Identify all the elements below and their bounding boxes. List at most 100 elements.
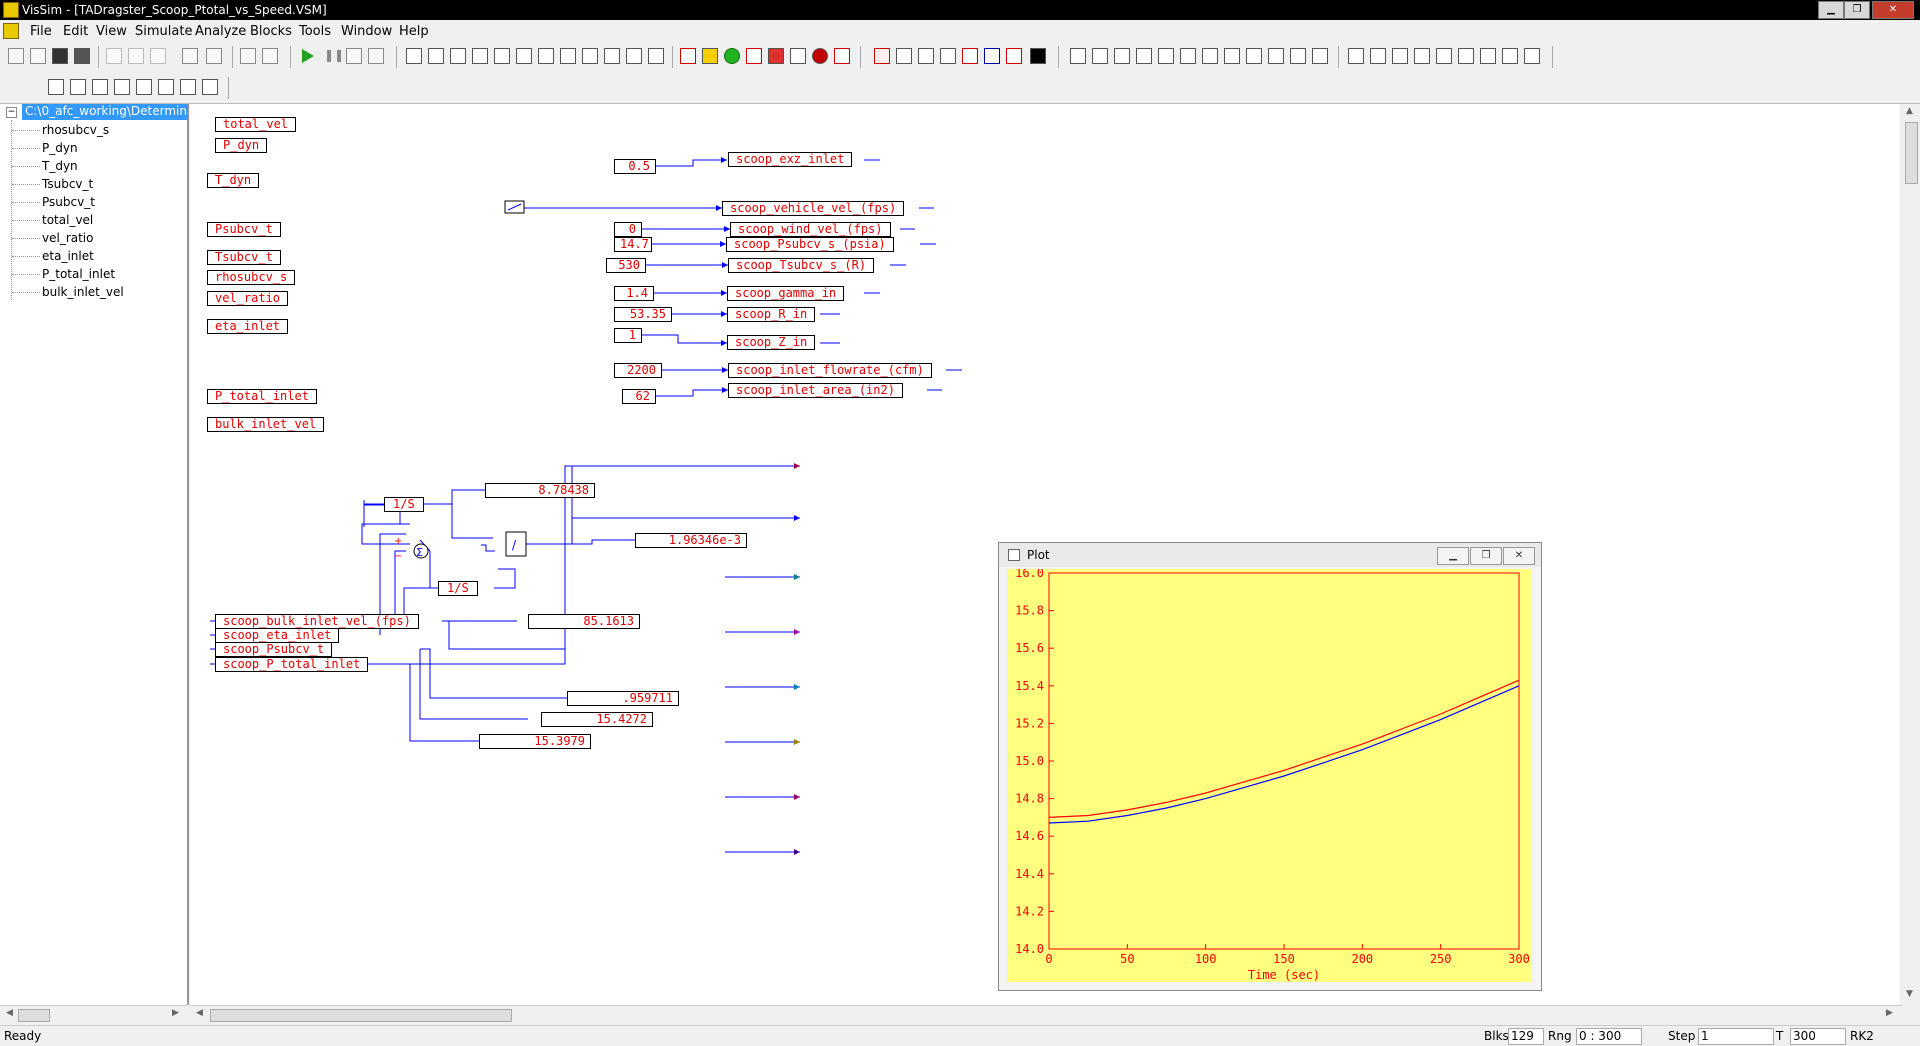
diagram-canvas[interactable]: Σ + − / total_vel P_dyn T_dyn Psubcv_t T… [190, 104, 1900, 1005]
nav-9-icon[interactable] [1524, 48, 1540, 64]
io-tool-6-icon[interactable] [1006, 48, 1022, 64]
constant-block[interactable]: 0 [614, 222, 642, 237]
matrix-1-icon[interactable] [48, 79, 64, 95]
logic-5-icon[interactable] [1158, 48, 1174, 64]
scroll-right-icon[interactable]: ▶ [172, 1008, 179, 1018]
var-vel-ratio[interactable]: vel_ratio [207, 291, 289, 306]
input-scoop-inlet-area[interactable]: scoop_inlet_area_(in2) [728, 383, 903, 398]
block-tool-11-icon[interactable] [626, 48, 642, 64]
tree-horizontal-scrollbar[interactable]: ◀ ▶ [0, 1005, 187, 1024]
tree-item[interactable]: Tsubcv_t [42, 177, 93, 191]
menu-simulate[interactable]: Simulate [135, 24, 192, 39]
input-scoop-exz-inlet[interactable]: scoop_exz_inlet [728, 152, 853, 167]
var-p-dyn[interactable]: P_dyn [215, 138, 268, 153]
input-scoop-psubcv-s[interactable]: scoop_Psubcv_s_(psia) [726, 237, 894, 252]
tree-item[interactable]: bulk_inlet_vel [42, 285, 124, 299]
menu-blocks[interactable]: Blocks [250, 24, 292, 39]
plot-minimize-icon[interactable]: ▁ [1437, 547, 1469, 565]
plot-tool-2-icon[interactable] [702, 48, 718, 64]
close-icon[interactable]: ✕ [1872, 1, 1914, 19]
io-tool-7-icon[interactable] [1030, 48, 1046, 64]
cut-icon[interactable] [106, 48, 122, 64]
copy-icon[interactable] [128, 48, 144, 64]
plot-close-icon[interactable]: ✕ [1503, 547, 1535, 565]
matrix-6-icon[interactable] [158, 79, 174, 95]
block-tool-2-icon[interactable] [428, 48, 444, 64]
maximize-icon[interactable]: ❐ [1844, 1, 1870, 19]
document-icon[interactable] [3, 23, 19, 39]
block-tool-8-icon[interactable] [560, 48, 576, 64]
tree-item[interactable]: Psubcv_t [42, 195, 95, 209]
nav-1-icon[interactable] [1348, 48, 1364, 64]
plot-tool-4-icon[interactable] [746, 48, 762, 64]
input-scoop-wind-vel[interactable]: scoop_wind_vel_(fps) [730, 222, 891, 237]
tree-item[interactable]: T_dyn [42, 159, 78, 173]
block-tool-9-icon[interactable] [582, 48, 598, 64]
constant-block[interactable]: 2200 [614, 363, 662, 378]
matrix-4-icon[interactable] [114, 79, 130, 95]
integrator-block[interactable]: 1/S [384, 497, 424, 512]
nav-8-icon[interactable] [1502, 48, 1518, 64]
canvas-scroll-thumb[interactable] [210, 1009, 512, 1022]
canvas-horizontal-scrollbar[interactable]: ◀ ▶ [190, 1005, 1902, 1024]
wire-remove-icon[interactable] [206, 48, 222, 64]
var-bulk-inlet-vel[interactable]: bulk_inlet_vel [207, 417, 325, 432]
plot-title-bar[interactable]: Plot ▁ ❐ ✕ [999, 543, 1541, 567]
constant-block[interactable]: 53.35 [614, 307, 672, 322]
var-t-dyn[interactable]: T_dyn [207, 173, 260, 188]
nav-6-icon[interactable] [1458, 48, 1474, 64]
pause-icon[interactable]: ❚❚ [324, 48, 344, 64]
io-tool-5-icon[interactable] [984, 48, 1000, 64]
input-scoop-z-in[interactable]: scoop_Z_in [727, 335, 816, 350]
input-scoop-r-in[interactable]: scoop_R_in [727, 307, 816, 322]
nav-7-icon[interactable] [1480, 48, 1496, 64]
save-icon[interactable] [52, 48, 68, 64]
block-tool-10-icon[interactable] [604, 48, 620, 64]
constant-block[interactable]: 1 [614, 328, 642, 343]
var-total-vel[interactable]: total_vel [215, 117, 297, 132]
minimize-icon[interactable]: ▁ [1818, 1, 1844, 19]
var-tsubcv-t[interactable]: Tsubcv_t [207, 250, 281, 265]
plot-tool-3-icon[interactable] [724, 48, 740, 64]
logic-10-icon[interactable] [1268, 48, 1284, 64]
plot-window[interactable]: Plot ▁ ❐ ✕ 14.0 14.2 14.4 14.6 14.8 15.0 15.2 1… [998, 542, 1542, 991]
matrix-7-icon[interactable] [180, 79, 196, 95]
step-icon[interactable] [346, 48, 362, 64]
logic-7-icon[interactable] [1202, 48, 1218, 64]
logic-12-icon[interactable] [1312, 48, 1328, 64]
vertical-scroll-thumb[interactable] [1905, 122, 1918, 184]
logic-2-icon[interactable] [1092, 48, 1108, 64]
constant-block[interactable]: 14.7 [614, 237, 652, 252]
block-tool-3-icon[interactable] [450, 48, 466, 64]
plot-area[interactable]: 14.0 14.2 14.4 14.6 14.8 15.0 15.2 15.4 15.6 15.8… [1007, 566, 1531, 982]
tree-item[interactable]: vel_ratio [42, 231, 94, 245]
io-tool-4-icon[interactable] [962, 48, 978, 64]
var-psubcv-t[interactable]: Psubcv_t [207, 222, 281, 237]
label-icon[interactable] [874, 48, 890, 64]
var-eta-inlet[interactable]: eta_inlet [207, 319, 289, 334]
plot-tool-8-icon[interactable] [834, 48, 850, 64]
nav-2-icon[interactable] [1370, 48, 1386, 64]
block-tool-5-icon[interactable] [494, 48, 510, 64]
input-scoop-vehicle-vel[interactable]: scoop_vehicle_vel_(fps) [722, 201, 905, 216]
menu-analyze[interactable]: Analyze [195, 24, 246, 39]
io-tool-2-icon[interactable] [918, 48, 934, 64]
input-scoop-inlet-flowrate[interactable]: scoop_inlet_flowrate_(cfm) [728, 363, 932, 378]
wire-add-icon[interactable] [182, 48, 198, 64]
new-icon[interactable] [8, 48, 24, 64]
scroll-left-icon[interactable]: ◀ [196, 1008, 203, 1018]
nav-5-icon[interactable] [1436, 48, 1452, 64]
matrix-8-icon[interactable] [202, 79, 218, 95]
block-tool-4-icon[interactable] [472, 48, 488, 64]
menu-view[interactable]: View [96, 24, 127, 39]
plot-tool-6-icon[interactable] [790, 48, 806, 64]
paste-icon[interactable] [150, 48, 166, 64]
print-icon[interactable] [74, 48, 90, 64]
var-scoop-p-total-inlet[interactable]: scoop_P_total_inlet [215, 657, 369, 672]
tree-item[interactable]: P_dyn [42, 141, 78, 155]
logic-8-icon[interactable] [1224, 48, 1240, 64]
logic-6-icon[interactable] [1180, 48, 1196, 64]
input-scoop-gamma-in[interactable]: scoop_gamma_in [727, 286, 845, 301]
plot-tool-7-icon[interactable] [812, 48, 828, 64]
nav-3-icon[interactable] [1392, 48, 1408, 64]
